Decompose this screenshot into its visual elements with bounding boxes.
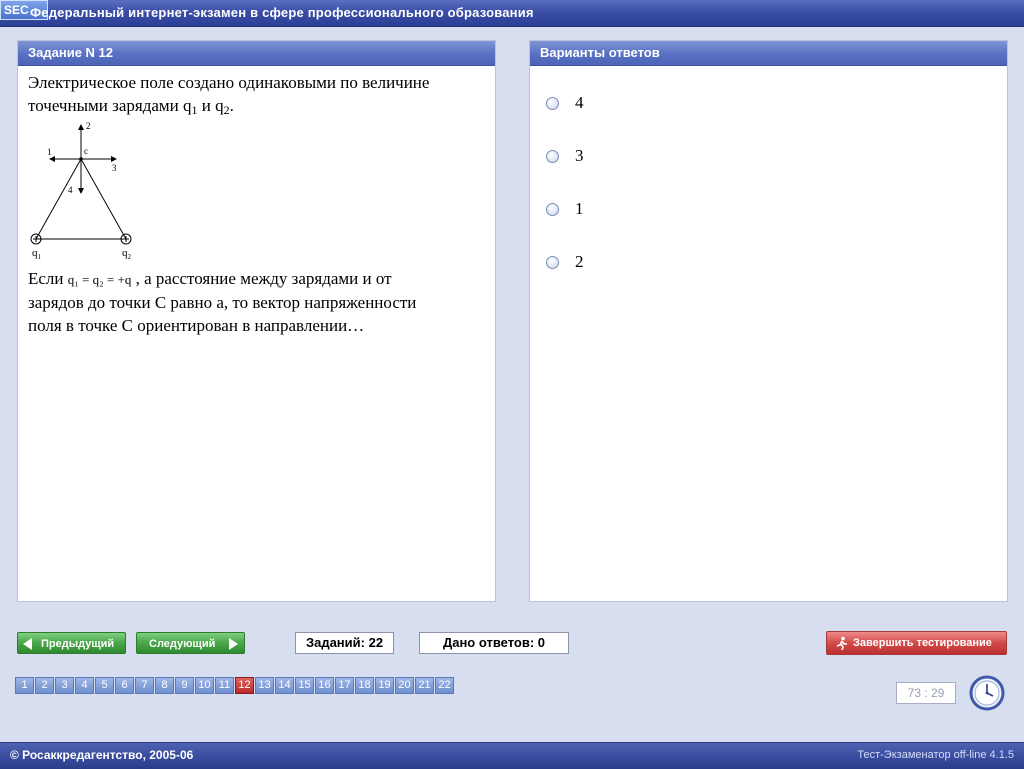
next-button[interactable]: Следующий — [136, 632, 245, 654]
page-button[interactable]: 6 — [115, 677, 134, 694]
page-button[interactable]: 18 — [355, 677, 374, 694]
finish-test-label: Завершить тестирование — [853, 637, 992, 649]
task-panel: Задание N 12 Электрическое поле создано … — [17, 40, 496, 602]
label-q2: q2 — [122, 247, 132, 261]
page-button[interactable]: 8 — [155, 677, 174, 694]
radio-button[interactable] — [546, 202, 559, 216]
title-bar: SEC Федеральный интернет-экзамен в сфере… — [0, 0, 1024, 27]
page-button-current[interactable]: 12 — [235, 677, 254, 694]
answer-option[interactable]: 3 — [546, 144, 584, 168]
version-text: Тест-Экзаменатор off-line 4.1.5 — [857, 749, 1014, 761]
page-button[interactable]: 5 — [95, 677, 114, 694]
app-title: Федеральный интернет-экзамен в сфере про… — [30, 5, 534, 20]
finish-test-button[interactable]: Завершить тестирование — [826, 631, 1007, 655]
label-1: 1 — [47, 147, 52, 157]
page-button[interactable]: 2 — [35, 677, 54, 694]
triangle-side-right — [80, 158, 127, 240]
page-button[interactable]: 10 — [195, 677, 214, 694]
point-c — [79, 157, 83, 161]
task-line-5: поля в точке С ориентирован в направлени… — [28, 316, 365, 335]
arrow-left-icon — [23, 638, 32, 650]
answer-label: 2 — [575, 252, 584, 271]
arrow-right-icon — [229, 638, 238, 650]
answer-label: 3 — [575, 146, 584, 165]
task-header: Задание N 12 — [18, 41, 495, 66]
page-button[interactable]: 16 — [315, 677, 334, 694]
page-button[interactable]: 13 — [255, 677, 274, 694]
task-line-4: зарядов до точки С равно а, то вектор на… — [28, 293, 417, 312]
label-q1: q1 — [32, 247, 42, 261]
page-button[interactable]: 3 — [55, 677, 74, 694]
timer-display: 73 : 29 — [896, 682, 956, 704]
next-button-label: Следующий — [149, 638, 216, 650]
answer-label: 1 — [575, 199, 584, 218]
triangle-side-left — [35, 158, 82, 240]
prev-button-label: Предыдущий — [41, 638, 115, 650]
label-4: 4 — [68, 185, 73, 195]
page-button[interactable]: 19 — [375, 677, 394, 694]
tasks-count: Заданий: 22 — [295, 632, 394, 654]
page-button[interactable]: 4 — [75, 677, 94, 694]
answer-option[interactable]: 4 — [546, 91, 584, 115]
page-button[interactable]: 20 — [395, 677, 414, 694]
answered-count: Дано ответов: 0 — [419, 632, 569, 654]
answer-label: 4 — [575, 93, 584, 112]
copyright-text: © Росаккредагентство, 2005-06 — [10, 748, 194, 762]
radio-button[interactable] — [546, 255, 559, 269]
answer-option[interactable]: 2 — [546, 250, 584, 274]
page-button[interactable]: 1 — [15, 677, 34, 694]
label-c: c — [84, 146, 88, 156]
radio-button[interactable] — [546, 149, 559, 163]
task-statement: Электрическое поле создано одинаковыми п… — [28, 71, 488, 122]
clock-icon — [969, 675, 1005, 711]
page-button[interactable]: 15 — [295, 677, 314, 694]
task-condition: Если q₁ = q₂ = +q , а расстояние между з… — [28, 267, 488, 337]
page-button[interactable]: 22 — [435, 677, 454, 694]
label-3: 3 — [112, 163, 117, 173]
task-line-1: Электрическое поле создано одинаковыми п… — [28, 73, 430, 92]
page-button[interactable]: 11 — [215, 677, 234, 694]
logo-text: SEC — [4, 3, 29, 17]
page-button[interactable]: 14 — [275, 677, 294, 694]
page-button[interactable]: 9 — [175, 677, 194, 694]
answer-option[interactable]: 1 — [546, 197, 584, 221]
formula: q₁ = q₂ = +q — [67, 272, 132, 287]
prev-button[interactable]: Предыдущий — [17, 632, 126, 654]
label-2: 2 — [86, 121, 91, 131]
page-button[interactable]: 17 — [335, 677, 354, 694]
answers-header: Варианты ответов — [530, 41, 1007, 66]
charges-diagram: c 1 2 3 4 q1 q2 — [30, 121, 132, 261]
question-pager: 1 2 3 4 5 6 7 8 9 10 11 12 13 14 15 16 1… — [15, 677, 455, 694]
page-button[interactable]: 7 — [135, 677, 154, 694]
task-line-2: точечными зарядами q1 и q2. — [28, 96, 234, 117]
task-line-3: Если q₁ = q₂ = +q , а расстояние между з… — [28, 269, 392, 288]
status-bar: © Росаккредагентство, 2005-06 Тест-Экзам… — [0, 742, 1024, 769]
running-man-icon — [836, 636, 847, 650]
answers-panel: Варианты ответов 4 3 1 2 — [529, 40, 1008, 602]
radio-button[interactable] — [546, 96, 559, 110]
page-button[interactable]: 21 — [415, 677, 434, 694]
